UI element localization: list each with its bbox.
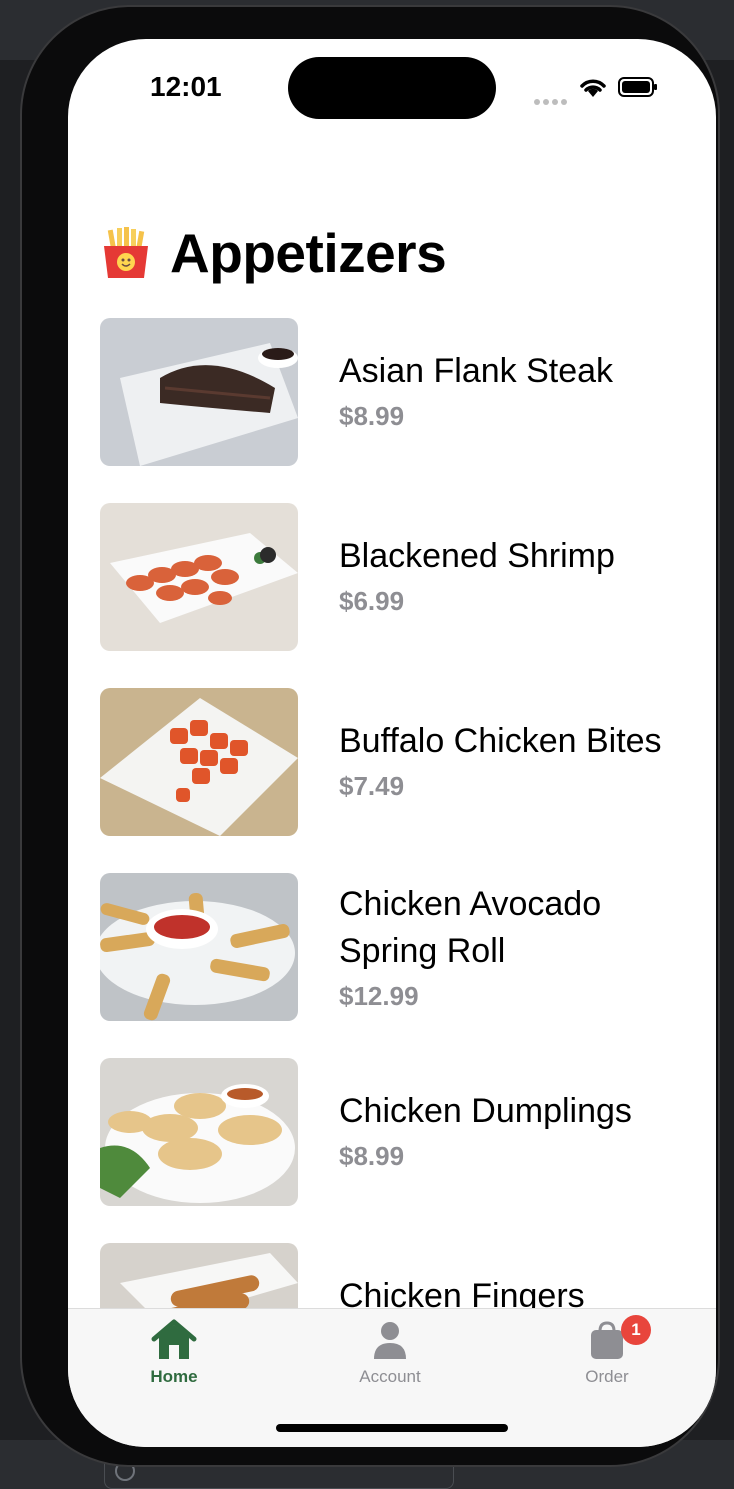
status-time: 12:01 bbox=[150, 71, 222, 102]
food-image bbox=[100, 503, 298, 651]
item-price: $8.99 bbox=[339, 401, 405, 431]
house-icon bbox=[151, 1319, 197, 1359]
tab-label: Home bbox=[150, 1367, 198, 1386]
item-price: $8.99 bbox=[339, 1141, 405, 1171]
tab-order[interactable]: 1 Order bbox=[547, 1315, 667, 1387]
french-fries-icon bbox=[104, 227, 148, 278]
wifi-icon bbox=[580, 79, 606, 97]
iphone-frame: 12:01 Appetizers Asian Flank Steak $8.99… bbox=[20, 5, 720, 1467]
tab-home[interactable]: Home bbox=[114, 1319, 234, 1387]
order-count-badge: 1 bbox=[621, 1315, 651, 1345]
food-image bbox=[100, 873, 298, 1021]
food-image bbox=[100, 688, 298, 836]
home-indicator bbox=[276, 1424, 508, 1432]
item-price: $7.49 bbox=[339, 771, 405, 801]
item-price: $6.99 bbox=[339, 586, 405, 616]
dynamic-island bbox=[288, 57, 496, 119]
tab-label: Account bbox=[359, 1367, 421, 1386]
menu-item[interactable]: Buffalo Chicken Bites $7.49 bbox=[100, 688, 700, 836]
page-title: Appetizers bbox=[170, 222, 447, 284]
menu-item[interactable]: Asian Flank Steak $8.99 bbox=[100, 318, 700, 466]
page-header: Appetizers bbox=[100, 221, 447, 285]
menu-item[interactable]: Chicken Avocado Spring Roll $12.99 bbox=[100, 873, 700, 1021]
tab-account[interactable]: Account bbox=[330, 1319, 450, 1387]
menu-item[interactable]: Blackened Shrimp $6.99 bbox=[100, 503, 700, 651]
battery-icon bbox=[618, 77, 657, 97]
tab-label: Order bbox=[585, 1367, 629, 1386]
menu-item[interactable]: Chicken Dumplings $8.99 bbox=[100, 1058, 700, 1206]
food-image bbox=[100, 1058, 298, 1206]
item-name: Asian Flank Steak bbox=[339, 352, 614, 390]
item-name: Chicken Avocado Spring Roll bbox=[339, 885, 602, 970]
person-icon bbox=[374, 1322, 406, 1359]
food-image bbox=[100, 318, 298, 466]
signal-icon bbox=[534, 92, 570, 110]
item-price: $12.99 bbox=[339, 981, 419, 1011]
item-name: Buffalo Chicken Bites bbox=[339, 722, 662, 760]
item-name: Blackened Shrimp bbox=[339, 537, 615, 575]
item-name: Chicken Dumplings bbox=[339, 1092, 632, 1130]
app-screen: 12:01 Appetizers Asian Flank Steak $8.99… bbox=[68, 39, 716, 1447]
